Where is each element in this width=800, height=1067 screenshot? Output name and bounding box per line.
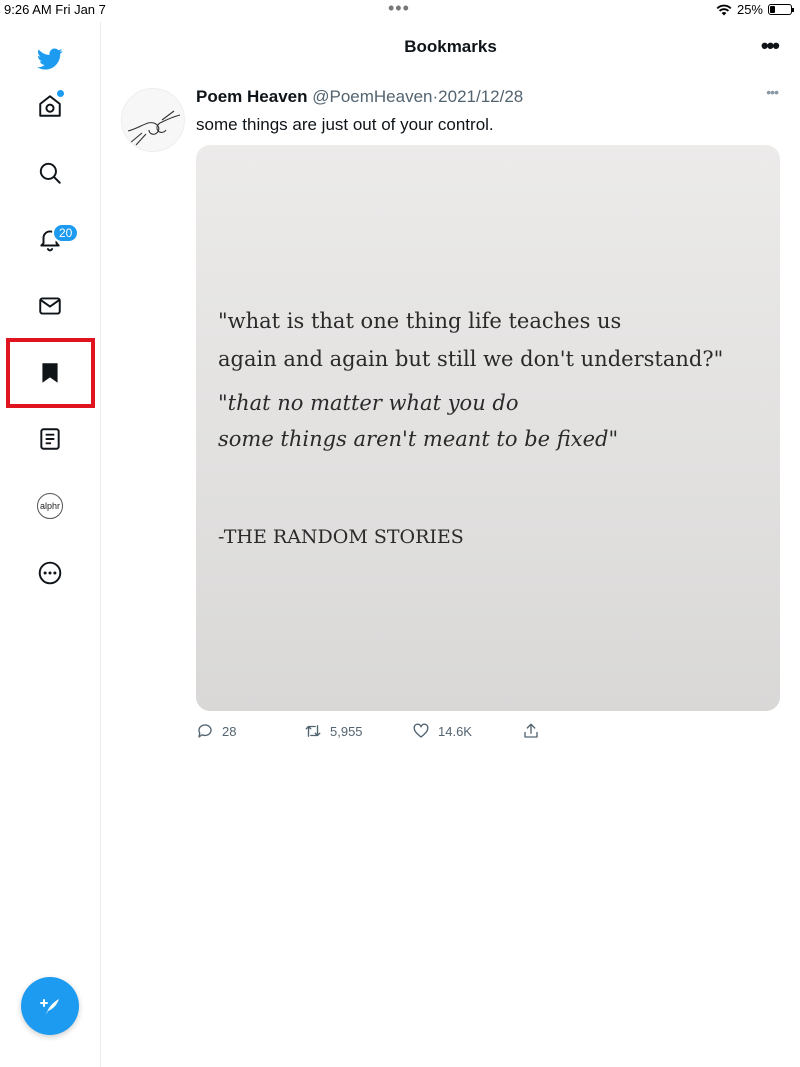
compose-tweet-icon [40,999,59,1015]
page-title: Bookmarks [404,37,497,56]
tweet-actions: 28 5,955 14.6K [196,722,780,742]
status-right: 25% [716,2,794,17]
tweet-meta: Poem Heaven @PoemHeaven·2021/12/28 [196,87,523,107]
sidebar-item-messages[interactable] [30,286,70,326]
twitter-logo-icon[interactable] [30,39,70,79]
battery-percent: 25% [736,2,763,17]
notification-badge: 20 [52,223,80,243]
tweet-more-button[interactable]: ••• [766,84,779,100]
image-quote-line-3: "that no matter what you do [218,391,519,415]
status-time: 9:26 AM Fri Jan 7 [4,2,106,17]
retweet-count: 5,955 [330,723,363,739]
profile-avatar-label: alphr [39,501,60,511]
reply-icon [198,724,212,738]
status-bar: 9:26 AM Fri Jan 7 ••• 25% [0,0,800,22]
tweet-date[interactable]: 2021/12/28 [438,87,523,106]
search-icon [39,162,61,184]
tweet-text: some things are just out of your control… [196,115,494,134]
author-name[interactable]: Poem Heaven [196,87,308,106]
reply-count: 28 [222,723,237,739]
hands-sketch-image [127,110,181,146]
more-circle-icon [38,561,62,585]
list-icon [40,428,60,450]
like-count: 14.6K [438,723,472,739]
mail-icon [39,297,61,315]
new-content-dot [57,90,64,97]
profile-avatar: alphr [37,493,63,519]
compose-tweet-button[interactable] [21,977,79,1035]
sidebar-item-lists[interactable] [30,419,70,459]
page-header: Bookmarks ••• [101,22,800,72]
share-button[interactable] [522,722,540,740]
reply-button[interactable]: 28 [196,722,236,740]
sidebar-item-more[interactable] [30,553,70,593]
share-icon [524,723,538,738]
tweet-author-avatar[interactable] [121,88,185,152]
bookmarks-highlight-box [6,338,95,408]
like-button[interactable]: 14.6K [412,722,472,740]
sidebar-nav: 20 alphr [0,22,101,1067]
image-attribution: -THE RANDOM STORIES [218,526,464,548]
image-quote-line-1: "what is that one thing life teaches us [218,309,622,333]
wifi-icon [716,4,732,15]
retweet-button[interactable]: 5,955 [304,722,363,740]
sidebar-item-explore[interactable] [30,153,70,193]
battery-icon [768,4,794,15]
image-quote-line-4: some things aren't meant to be fixed" [218,427,619,451]
retweet-icon [305,725,321,737]
tweet-image[interactable]: "what is that one thing life teaches us … [196,145,780,711]
sidebar-item-home[interactable] [30,86,70,126]
author-handle[interactable]: @PoemHeaven [312,87,432,106]
heart-icon [413,723,429,738]
header-more-button[interactable]: ••• [761,33,780,59]
sidebar-item-profile[interactable]: alphr [30,486,70,526]
image-quote-line-2: again and again but still we don't under… [218,347,724,371]
multitasking-dots[interactable]: ••• [388,0,410,17]
